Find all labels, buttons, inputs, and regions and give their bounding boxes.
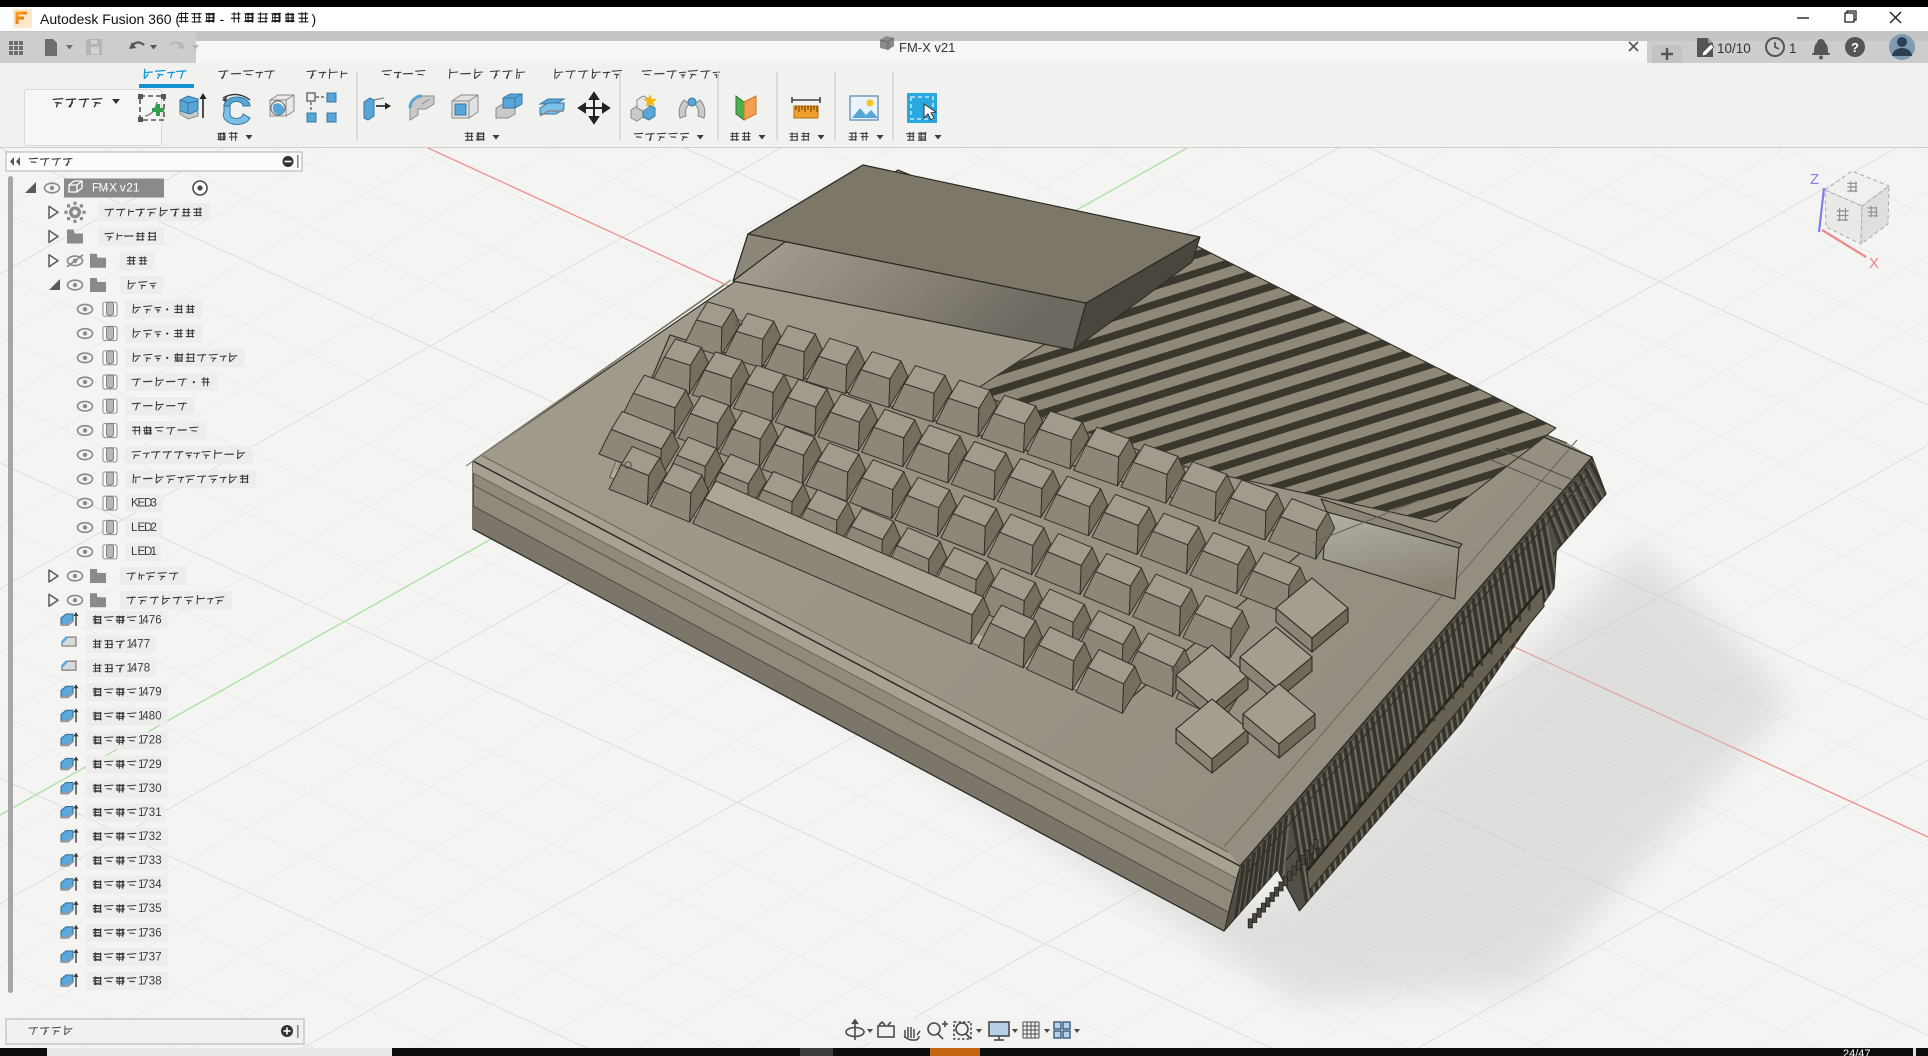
svg-text:24/47: 24/47 xyxy=(1843,1048,1871,1056)
svg-text:9: 9 xyxy=(155,687,161,699)
svg-text:1: 1 xyxy=(155,807,161,819)
svg-text:7: 7 xyxy=(142,831,148,843)
svg-text:1: 1 xyxy=(151,546,157,558)
svg-text:0: 0 xyxy=(155,783,161,795)
svg-text:3: 3 xyxy=(149,951,155,963)
svg-text:7: 7 xyxy=(137,663,143,675)
svg-text:2: 2 xyxy=(149,735,155,747)
svg-text:3: 3 xyxy=(149,927,155,939)
svg-text:9: 9 xyxy=(155,759,161,771)
svg-text:3: 3 xyxy=(151,498,157,510)
svg-text:8: 8 xyxy=(155,735,161,747)
svg-text:6: 6 xyxy=(155,927,161,939)
svg-text:7: 7 xyxy=(142,951,148,963)
svg-text:3: 3 xyxy=(149,783,155,795)
svg-text:2: 2 xyxy=(155,831,161,843)
svg-text:2: 2 xyxy=(151,522,157,534)
svg-text:2: 2 xyxy=(126,183,132,195)
svg-text:7: 7 xyxy=(142,879,148,891)
svg-text:3: 3 xyxy=(149,975,155,987)
svg-text:7: 7 xyxy=(142,735,148,747)
svg-text:8: 8 xyxy=(155,975,161,987)
svg-text:4: 4 xyxy=(155,879,162,891)
svg-text:7: 7 xyxy=(142,807,148,819)
svg-text:7: 7 xyxy=(142,759,148,771)
svg-text:7: 7 xyxy=(149,687,155,699)
svg-text:5: 5 xyxy=(155,903,161,915)
svg-text:3: 3 xyxy=(149,831,155,843)
svg-text:3: 3 xyxy=(149,855,155,867)
svg-text:X: X xyxy=(109,183,117,195)
svg-text:3: 3 xyxy=(155,855,161,867)
svg-text:3: 3 xyxy=(149,807,155,819)
svg-text:7: 7 xyxy=(149,614,155,626)
svg-text:7: 7 xyxy=(142,927,148,939)
svg-text:v: v xyxy=(120,183,126,195)
svg-text:7: 7 xyxy=(142,975,148,987)
svg-text:3: 3 xyxy=(149,879,155,891)
svg-text:7: 7 xyxy=(155,951,161,963)
svg-text:1: 1 xyxy=(133,183,139,195)
svg-text:8: 8 xyxy=(144,663,150,675)
svg-text:7: 7 xyxy=(144,638,150,650)
svg-text:6: 6 xyxy=(155,614,161,626)
svg-text:7: 7 xyxy=(142,783,148,795)
svg-text:0: 0 xyxy=(155,711,161,723)
svg-text:2: 2 xyxy=(149,759,155,771)
svg-text:8: 8 xyxy=(149,711,155,723)
svg-text:7: 7 xyxy=(142,903,148,915)
svg-text:3: 3 xyxy=(149,903,155,915)
svg-text:7: 7 xyxy=(137,638,143,650)
svg-text:7: 7 xyxy=(142,855,148,867)
